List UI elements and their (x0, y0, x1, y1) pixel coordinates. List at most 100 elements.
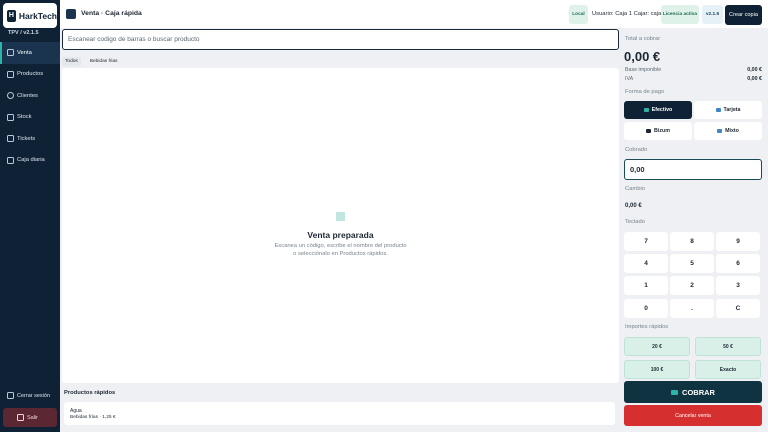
keypad-key-c[interactable]: C (716, 299, 760, 318)
pay-method-label: Efectivo (651, 107, 673, 113)
sidebar: H HarkTech TPV / v2.1.5 Venta Productos … (0, 0, 60, 432)
keypad-key-9[interactable]: 9 (716, 232, 760, 251)
app-version: TPV / v2.1.5 (8, 30, 39, 36)
keypad-label: Teclado (625, 219, 645, 225)
stack-icon (7, 113, 14, 121)
ticket-icon (7, 135, 14, 143)
sidebar-item-label: Venta (17, 49, 32, 56)
charge-label: COBRAR (682, 387, 715, 397)
logo-icon: H (7, 9, 16, 22)
header: Venta · Caja rápida Local Usuario: Caja … (60, 0, 768, 28)
tab-bebidas-frias[interactable]: Bebidas frias (87, 57, 121, 66)
cambio-label: Cambio (625, 186, 645, 192)
license-badge: Licencia activa (661, 5, 699, 24)
sidebar-item-stock[interactable]: Stock (0, 107, 60, 129)
iva-label: IVA (625, 76, 634, 82)
sidebar-item-tickets[interactable]: Tickets (0, 128, 60, 150)
keypad-key-0[interactable]: 0 (624, 299, 668, 318)
keypad-key-2[interactable]: 2 (670, 276, 714, 295)
card-icon (715, 108, 721, 112)
iva-value: 0,00 € (747, 76, 762, 82)
logout-button[interactable]: Cerrar sesión (7, 392, 50, 399)
sidebar-item-label: Clientes (17, 92, 38, 99)
sidebar-item-label: Productos (17, 71, 44, 78)
category-tabs: Todos Bebidas frias (62, 57, 121, 66)
local-badge: Local (569, 5, 588, 24)
sidebar-item-clientes[interactable]: Clientes (0, 85, 60, 107)
pay-mixed-button[interactable]: Mixto (694, 122, 762, 140)
home-icon (17, 414, 24, 421)
keypad-key-3[interactable]: 3 (716, 276, 760, 295)
amount-20-button[interactable]: 20 € (624, 337, 690, 356)
logo: H HarkTech (3, 3, 57, 28)
pay-card-button[interactable]: Tarjeta (694, 101, 762, 119)
cobrado-input[interactable]: 0,00 (624, 159, 762, 180)
version-badge: v2.1.5 (702, 5, 723, 24)
logout-icon (7, 392, 14, 399)
checkout-panel: Total a cobrar 0,00 € Base imponible 0,0… (622, 29, 766, 432)
empty-state-line: Escanea un código, escribe el nombre del… (274, 243, 407, 249)
pay-method-label: Mixto (725, 128, 739, 134)
payment-label: Forma de pago (625, 89, 665, 95)
cash-icon (643, 108, 649, 112)
phone-icon (646, 129, 652, 133)
keypad-key-4[interactable]: 4 (624, 254, 668, 273)
logout-label: Cerrar sesión (17, 392, 51, 399)
grid-icon (7, 49, 14, 57)
box-icon (7, 70, 14, 78)
sidebar-item-productos[interactable]: Productos (0, 64, 60, 86)
exit-button[interactable]: Salir (3, 408, 57, 427)
pay-cash-button[interactable]: Efectivo (624, 101, 692, 119)
users-icon (7, 92, 14, 100)
search-input[interactable]: Escanear codigo de barras o buscar produ… (62, 29, 619, 50)
grid-icon (7, 156, 14, 164)
logo-text: HarkTech (18, 10, 57, 21)
cash-icon (671, 389, 679, 395)
pay-method-label: Tarjeta (723, 107, 741, 113)
base-row: Base imponible 0,00 € (625, 67, 762, 73)
sidebar-item-label: Caja diaria (17, 157, 45, 164)
empty-state-description: Escanea un código, escribe el nombre del… (62, 242, 619, 258)
total-label: Total a cobrar (625, 36, 661, 42)
amount-100-button[interactable]: 100 € (624, 360, 690, 379)
create-copy-button[interactable]: Crear copia (725, 5, 762, 25)
user-info: Usuario: Caja 1 Cajar: caja1 (592, 11, 665, 17)
quick-products-title: Productos rápidos (64, 390, 116, 396)
keypad-key-6[interactable]: 6 (716, 254, 760, 273)
quick-amounts-label: Importes rápidos (625, 324, 669, 330)
mixed-icon (717, 129, 723, 133)
page-title: Venta · Caja rápida (81, 10, 142, 17)
keypad-key-7[interactable]: 7 (624, 232, 668, 251)
quick-product-card[interactable]: Agua Bebidas frías · 1,25 € (64, 402, 615, 425)
quick-product-details: Bebidas frías · 1,25 € (70, 415, 116, 420)
tab-todos[interactable]: Todos (62, 57, 81, 66)
cambio-value: 0,00 € (625, 203, 642, 209)
product-area: Venta preparada Escanea un código, escri… (62, 68, 619, 383)
pay-method-label: Bizum (654, 128, 670, 134)
cancel-sale-button[interactable]: Cancelar venta (624, 405, 762, 426)
cobrado-label: Cobrado (625, 147, 648, 153)
register-icon (66, 9, 76, 19)
iva-row: IVA 0,00 € (625, 76, 762, 82)
charge-button[interactable]: COBRAR (624, 381, 762, 403)
empty-state-icon (336, 212, 345, 221)
sidebar-item-venta[interactable]: Venta (0, 42, 60, 64)
empty-state-title: Venta preparada (307, 230, 374, 240)
empty-state-line: o selecciónalo en Productos rápidos. (293, 251, 388, 257)
base-value: 0,00 € (747, 67, 762, 73)
sidebar-item-label: Tickets (17, 135, 36, 142)
keypad-key-5[interactable]: 5 (670, 254, 714, 273)
sidebar-item-label: Stock (17, 114, 32, 121)
quick-product-name: Agua (70, 408, 82, 414)
amount-50-button[interactable]: 50 € (695, 337, 761, 356)
base-label: Base imponible (625, 67, 662, 73)
exit-label: Salir (27, 414, 39, 421)
sidebar-nav: Venta Productos Clientes Stock Tickets C… (0, 42, 60, 171)
amount-exact-button[interactable]: Exacto (695, 360, 761, 379)
pay-bizum-button[interactable]: Bizum (624, 122, 692, 140)
keypad-key-dot[interactable]: . (670, 299, 714, 318)
keypad-key-1[interactable]: 1 (624, 276, 668, 295)
sidebar-item-caja-diaria[interactable]: Caja diaria (0, 150, 60, 172)
total-amount: 0,00 € (624, 49, 661, 64)
keypad-key-8[interactable]: 8 (670, 232, 714, 251)
